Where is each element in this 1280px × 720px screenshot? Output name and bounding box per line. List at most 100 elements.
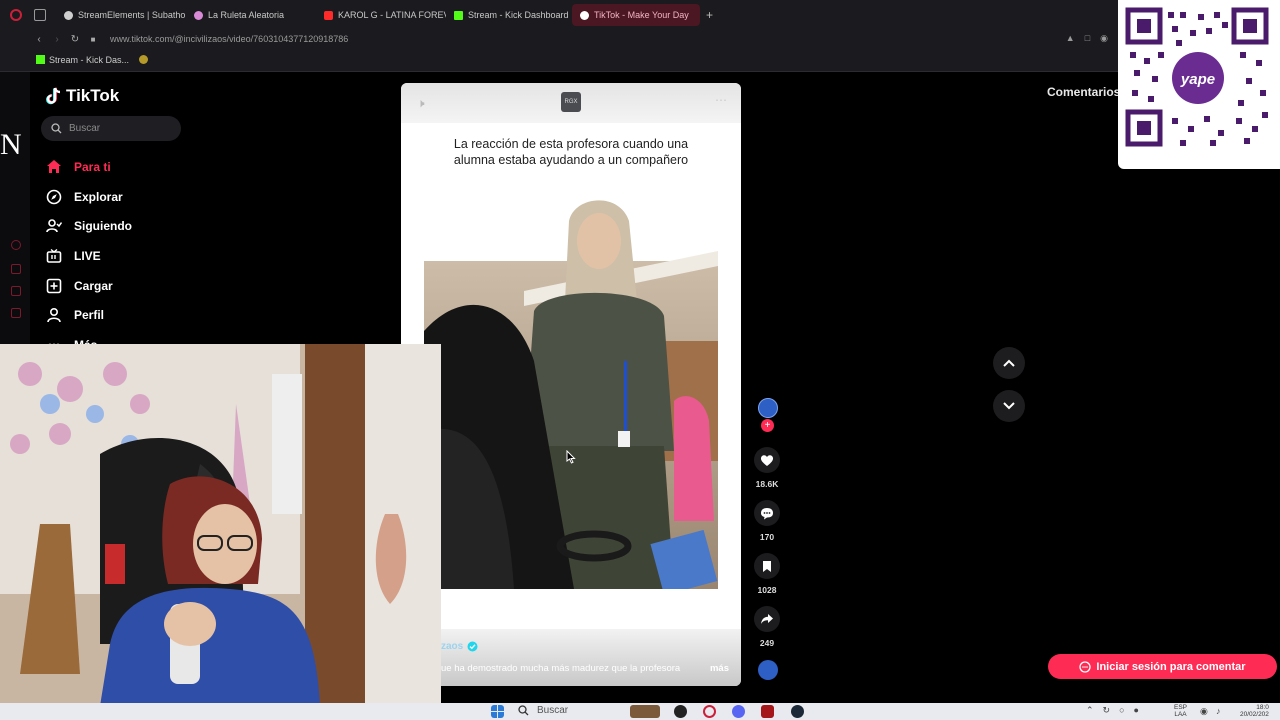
tab-karol-g[interactable]: KAROL G - LATINA FOREVER (316, 4, 446, 26)
taskbar-dota-icon[interactable] (761, 705, 774, 718)
taskbar-steam-icon[interactable] (791, 705, 804, 718)
opera-logo-icon[interactable] (10, 9, 22, 21)
follow-button[interactable]: + (761, 419, 774, 432)
comments-title: Comentarios (1047, 85, 1121, 99)
sidebar-item-siguiendo[interactable]: Siguiendo (46, 211, 132, 241)
bookmark-icon[interactable]: □ (1085, 33, 1090, 44)
bookmark-label: Stream - Kick Das... (49, 54, 130, 65)
yape-qr-overlay: yape (1118, 0, 1280, 169)
forward-icon[interactable]: › (48, 34, 66, 45)
browser-tab-bar: StreamElements | Subathon La Ruleta Alea… (0, 0, 1280, 30)
sidebar-messenger-icon[interactable] (11, 264, 21, 274)
home-icon (46, 159, 62, 174)
sound-avatar[interactable] (758, 660, 778, 680)
lock-icon: ■ (90, 34, 96, 44)
sidebar-item-cargar[interactable]: Cargar (46, 271, 132, 301)
save-count: 1028 (757, 585, 777, 595)
svg-text:yape: yape (1180, 71, 1215, 88)
tray-wifi-icon[interactable]: ◉ (1200, 706, 1208, 717)
bookmark-save-icon (763, 560, 771, 572)
taskbar-opera-icon[interactable] (703, 705, 716, 718)
reload-icon[interactable]: ↻ (66, 34, 84, 45)
share-button[interactable] (754, 606, 780, 632)
tab-streamelements[interactable]: StreamElements | Subathon (56, 4, 186, 26)
bookmark-extra-icon[interactable] (139, 55, 149, 64)
bookmarks-bar: Stream - Kick Das... (0, 48, 1280, 72)
sidebar-item-explorar[interactable]: Explorar (46, 182, 132, 212)
sidebar-item-label: Perfil (74, 308, 105, 323)
video-author[interactable]: zaos (441, 641, 478, 652)
logo-text: TikTok (66, 86, 120, 105)
save-action[interactable]: 1028 (747, 553, 787, 595)
back-icon[interactable]: ‹ (30, 34, 48, 45)
sidebar-mail-icon[interactable] (11, 308, 21, 318)
share-count: 249 (759, 638, 775, 648)
more-button[interactable]: más (710, 663, 729, 674)
sidebar-item-live[interactable]: LIVE (46, 241, 132, 271)
overlay-letter: N (0, 128, 22, 161)
search-input[interactable]: Buscar (41, 116, 181, 141)
browser-sidebar: N (0, 72, 30, 344)
search-icon (518, 705, 529, 716)
comment-action[interactable]: 170 (747, 500, 787, 542)
tab-ruleta[interactable]: La Ruleta Aleatoria (186, 4, 316, 26)
volume-icon[interactable]: 🕨 (417, 96, 425, 111)
bookmark-kick[interactable]: Stream - Kick Das... (36, 55, 129, 65)
extensions-icon[interactable]: ◉ (1100, 33, 1108, 44)
taskbar-search[interactable]: Buscar (518, 705, 568, 716)
address-bar: ‹ › ↻ ■ www.tiktok.com/@incivilizaos/vid… (0, 30, 1280, 48)
taskbar-search-label: Buscar (537, 705, 569, 716)
compass-icon (46, 189, 62, 205)
youtube-favicon-icon (324, 10, 333, 20)
url-field[interactable]: www.tiktok.com/@incivilizaos/video/76031… (110, 34, 348, 44)
webcam-overlay (0, 344, 441, 706)
keyboard-language[interactable]: ESP LAA (1174, 704, 1187, 718)
clock[interactable]: 18:0 20/02/202 (1240, 704, 1269, 718)
like-button[interactable] (754, 447, 780, 473)
tray-volume-icon[interactable]: ♪ (1216, 706, 1221, 716)
tab-kick-dashboard[interactable]: Stream - Kick Dashboard (446, 4, 572, 26)
sidebar-aria-icon[interactable] (11, 240, 21, 250)
video-description: ue ha demostrado mucha más madurez que l… (441, 663, 681, 674)
tiktok-logo[interactable]: TikTok (46, 86, 119, 106)
sidebar-item-para-ti[interactable]: Para ti (46, 152, 132, 182)
chat-bubble-icon (1079, 660, 1092, 673)
comment-button[interactable] (754, 500, 780, 526)
windows-start-icon[interactable] (491, 705, 504, 718)
qr-code-icon: yape (1125, 7, 1269, 147)
tray-network-icon[interactable]: ○ (1119, 705, 1124, 716)
creator-avatar[interactable] (758, 398, 778, 418)
taskbar-discord-icon[interactable] (732, 705, 745, 718)
sidebar-player-icon[interactable] (11, 286, 21, 296)
previous-video-button[interactable] (993, 347, 1025, 379)
windows-taskbar: Buscar ⌃ ↻ ○ ● ESP LAA ◉ ♪ 18:0 20/02/20… (0, 703, 1280, 720)
video-player[interactable]: 🕨 RGX ⋯ La reacción de esta profesora cu… (401, 83, 741, 686)
tray-chevron-up-icon[interactable]: ⌃ (1086, 705, 1094, 716)
ruleta-favicon-icon (194, 10, 203, 20)
new-tab-button[interactable]: + (700, 8, 719, 22)
tray-mic-icon[interactable]: ● (1134, 705, 1139, 716)
search-placeholder: Buscar (69, 123, 101, 134)
sidebar-item-label: Explorar (74, 189, 123, 204)
video-options-icon[interactable]: ⋯ (715, 93, 727, 107)
share-action[interactable]: 249 (747, 606, 787, 648)
clock-time: 18:0 (1256, 704, 1269, 711)
like-action[interactable]: 18.6K (747, 447, 787, 489)
comment-count: 170 (759, 532, 775, 542)
heart-icon (760, 454, 774, 466)
next-video-button[interactable] (993, 390, 1025, 422)
taskbar-app-icon[interactable] (674, 705, 687, 718)
save-button[interactable] (754, 553, 780, 579)
mouse-cursor-icon (566, 450, 576, 464)
video-bottom-overlay (401, 629, 741, 686)
pin-icon[interactable]: ▲ (1066, 33, 1075, 44)
login-to-comment-button[interactable]: Iniciar sesión para comentar (1048, 654, 1277, 679)
tab-label: StreamElements | Subathon (78, 10, 186, 20)
tray-sync-icon[interactable]: ↻ (1103, 705, 1111, 716)
system-tray[interactable]: ⌃ ↻ ○ ● (1086, 705, 1139, 716)
tab-tiktok[interactable]: TikTok - Make Your Day (572, 4, 700, 26)
share-arrow-icon (761, 614, 773, 624)
taskbar-widget-icon[interactable] (630, 705, 660, 718)
sidebar-item-perfil[interactable]: Perfil (46, 300, 132, 330)
workspaces-icon[interactable] (34, 9, 46, 21)
